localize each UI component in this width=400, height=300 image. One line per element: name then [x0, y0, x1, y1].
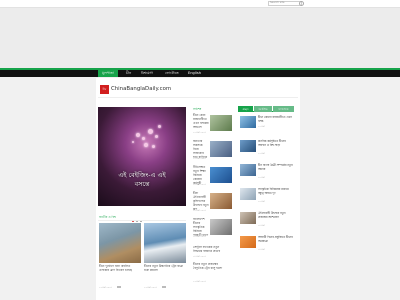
top-utility-bar: Search site	[0, 0, 400, 8]
sidebar-thumbnail[interactable]	[240, 164, 256, 176]
sidebar-news-date: ২৫ মার্চ	[258, 176, 265, 179]
news-thumbnail[interactable]	[210, 219, 232, 235]
share-icon[interactable]	[162, 286, 166, 288]
flower-blossom	[136, 133, 140, 137]
banner-area	[0, 8, 400, 68]
tab-recent[interactable]: সাম্প্রতিক	[273, 106, 294, 112]
news-thumbnail[interactable]	[210, 193, 232, 209]
flower-blossom	[142, 137, 145, 140]
flower-blossom	[152, 145, 155, 148]
news-title[interactable]: চীনে কোন রাজধানীতে এখন বসন্তের আভাস	[193, 113, 209, 130]
nav-item-photos[interactable]: ফোটোতে	[161, 70, 183, 77]
tab-cover[interactable]: প্রচ্ছদ	[238, 106, 253, 112]
news-date: ২৫ মার্চ ২০২৪	[193, 183, 206, 186]
sidebar-news-date: ২৬ মার্চ	[258, 125, 265, 128]
news-thumbnail[interactable]	[210, 141, 232, 157]
card-title[interactable]: চীনের নতুন উচ্চগতির ট্রেন যাত্রা শুরু কর…	[144, 264, 186, 273]
sidebar-thumbnail[interactable]	[240, 140, 256, 152]
news-thumbnail[interactable]	[210, 115, 232, 131]
sidebar-news-date: ২৪ মার্চ	[258, 224, 265, 227]
share-icon[interactable]	[117, 286, 121, 288]
card-image-flood[interactable]	[99, 223, 141, 263]
sidebar-news-title[interactable]: চীন বাংলা মৈত্রী সম্পর্কের নতুন অধ্যায়	[258, 163, 294, 171]
main-nav: মূলপাতা চীন বিশ্বযোগ ফোটোতে English	[0, 68, 400, 77]
hero-slider-image[interactable]: এই বেইজিং-এ এই বসন্তে	[98, 107, 186, 206]
nav-item-english[interactable]: English	[184, 70, 205, 77]
header-divider	[98, 97, 298, 98]
sidebar-news-title[interactable]: আগামী দিনের প্রযুক্তিতে চীনের অগ্রযাত্রা	[258, 235, 294, 243]
news-date: ২৬ মার্চ ২০২৪	[193, 157, 206, 160]
logo-text[interactable]: ChinaBanglaDaily.com	[111, 85, 171, 94]
card-title[interactable]: চীনে দুর্যোগে বন্যা কবলিত এলাকায় ত্রাণ …	[99, 264, 141, 273]
news-date: ২৪ মার্চ ২০২৪	[193, 255, 206, 258]
nav-item-home[interactable]: মূলপাতা	[98, 70, 118, 77]
flower-blossom	[132, 141, 134, 143]
news-date: ২৪ মার্চ ২০২৪	[193, 235, 206, 238]
search-placeholder: Search site	[270, 1, 285, 4]
sidebar-thumbnail[interactable]	[240, 212, 256, 224]
sidebar-thumbnail[interactable]	[240, 116, 256, 128]
search-input[interactable]: Search site	[268, 1, 302, 6]
card-date: ২৩ মার্চ ২০২৪	[99, 286, 112, 289]
sidebar-news-title[interactable]: মানবিক কর্মসূচিতে চীনের অবদান ও বিশ্ব সা…	[258, 139, 294, 147]
nav-item-china[interactable]: চীন	[122, 70, 135, 77]
news-title[interactable]: চীনের নতুন প্রজন্মের বৈদ্যুতিক ট্রেন চাল…	[193, 262, 229, 271]
sidebar-news-date: ২৫ মার্চ	[258, 200, 265, 203]
sidebar-news-date: ২৬ মার্চ	[258, 152, 265, 155]
flower-blossom	[158, 125, 161, 128]
sidebar-tabs: প্রচ্ছদ আর্কাইভ সাম্প্রতিক	[238, 106, 294, 112]
news-date: ২৫ মার্চ ২০২৪	[193, 209, 206, 212]
flower-blossom	[155, 135, 158, 138]
flower-blossom	[144, 143, 148, 147]
sidebar-thumbnail[interactable]	[240, 236, 256, 248]
news-thumbnail[interactable]	[210, 167, 232, 183]
search-icon[interactable]	[299, 1, 304, 6]
logo-mark[interactable]: চীন বাংলা	[100, 85, 109, 100]
sidebar-thumbnail[interactable]	[240, 188, 256, 200]
sidebar-news-title[interactable]: সাংস্কৃতিক বিনিময়ের মাধ্যমে বন্ধুত্ব আর…	[258, 187, 294, 195]
nav-item-world[interactable]: বিশ্বযোগ	[137, 70, 157, 77]
hero-caption: এই বেইজিং-এ এই বসন্তে	[98, 171, 186, 189]
card-image-train[interactable]	[144, 223, 186, 263]
news-date: ২৬ মার্চ ২০২৪	[193, 131, 206, 134]
hero-caption-line1: এই বেইজিং-এ এই	[118, 171, 166, 179]
sidebar-news-date: ২৪ মার্চ	[258, 248, 265, 251]
flower-blossom	[148, 129, 153, 134]
news-title[interactable]: সেন্ট্রাল ব্যাংকের নতুন সিদ্ধান্তে বাজার…	[193, 245, 229, 254]
card-date: ২৩ মার্চ ২০২৪	[144, 286, 157, 289]
news-date: ২৩ মার্চ ২০২৪	[193, 280, 206, 283]
hero-caption-line2: বসন্তে	[134, 180, 150, 188]
sidebar-news-title[interactable]: চীনে কোনো রাজধানীতে এখন বসন্ত	[258, 115, 294, 123]
tab-archive[interactable]: আর্কাইভ	[254, 106, 272, 112]
section-divider	[98, 220, 186, 221]
sidebar-news-title[interactable]: ঐতিহ্যবাহী উৎসবে নতুন প্রজন্মের অংশগ্রহণ	[258, 211, 294, 219]
